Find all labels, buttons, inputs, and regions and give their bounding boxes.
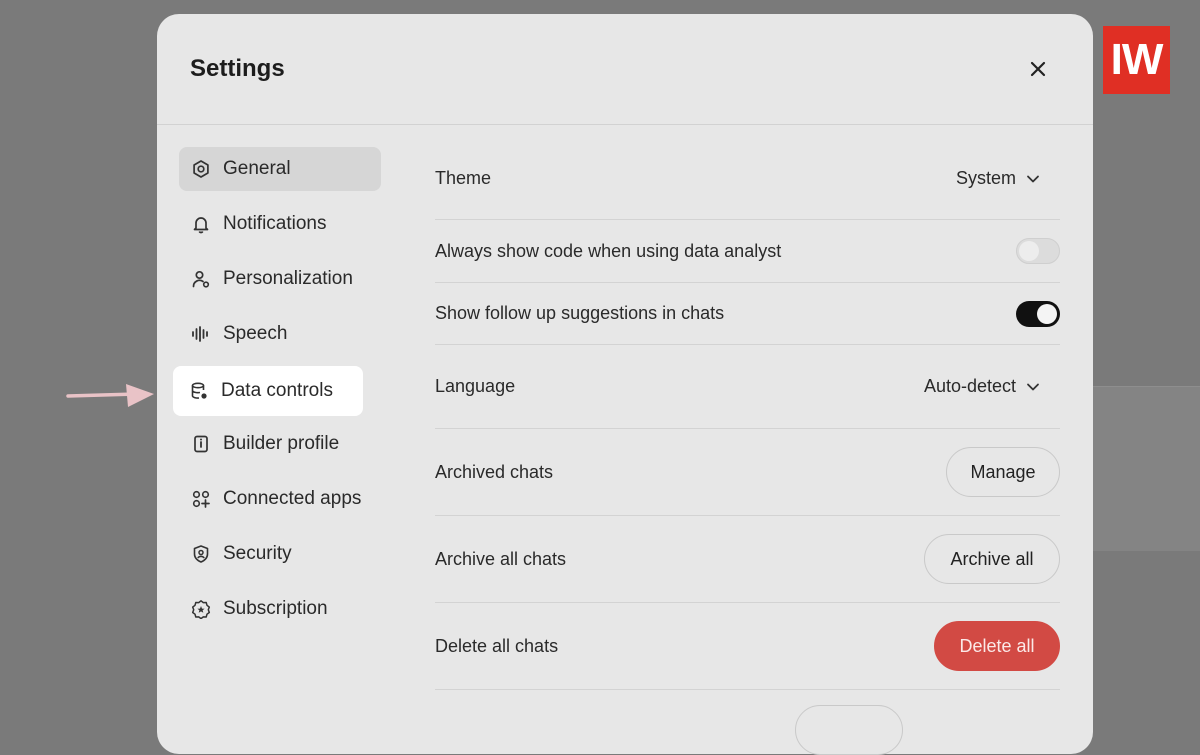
language-value: Auto-detect [923, 376, 1016, 396]
theme-row: Theme System [435, 138, 1060, 220]
toggle-knob [1019, 241, 1039, 261]
manage-button[interactable]: Manage [946, 447, 1060, 497]
language-label: Language [435, 376, 516, 396]
archive-all-label: Archive all chats [435, 548, 567, 569]
sidebar-item-builder-profile[interactable]: Builder profile [179, 422, 381, 466]
pointer-arrow-icon [66, 384, 154, 407]
chevron-down-icon [1026, 382, 1040, 392]
delete-all-button[interactable]: Delete all [934, 621, 1060, 671]
brand-logo: IW [1103, 26, 1170, 94]
sidebar-item-label: Connected apps [223, 488, 362, 509]
show-code-label: Always show code when using data analyst [435, 240, 782, 261]
show-code-row: Always show code when using data analyst [435, 220, 1060, 283]
archive-all-button[interactable]: Archive all [924, 534, 1060, 584]
theme-dropdown[interactable]: System [956, 168, 1060, 189]
bell-icon [191, 214, 211, 234]
language-dropdown[interactable]: Auto-detect [924, 376, 1060, 397]
sidebar-item-general[interactable]: General [179, 147, 381, 191]
show-code-toggle[interactable] [1016, 238, 1060, 264]
archived-chats-label: Archived chats [435, 461, 554, 482]
sidebar-item-speech[interactable]: Speech [179, 312, 381, 356]
sidebar-item-label: Subscription [223, 598, 328, 619]
sidebar-item-label: Personalization [223, 268, 353, 289]
theme-label: Theme [435, 168, 492, 188]
toggle-knob [1037, 303, 1057, 324]
shield-icon [191, 544, 211, 564]
partial-button[interactable] [795, 705, 903, 755]
archive-all-row: Archive all chats Archive all [435, 516, 1060, 603]
badge-icon [191, 599, 211, 619]
close-button[interactable] [1023, 54, 1053, 84]
background-panel [1092, 386, 1200, 551]
gear-icon [191, 159, 211, 179]
close-icon [1030, 61, 1046, 77]
highlight-label: Data controls [221, 380, 333, 401]
chevron-down-icon [1026, 174, 1040, 184]
theme-value: System [955, 168, 1016, 188]
delete-all-label: Delete all chats [435, 635, 559, 656]
follow-up-label: Show follow up suggestions in chats [435, 303, 725, 323]
sidebar-item-label: General [223, 158, 291, 179]
sidebar-item-label: Notifications [223, 213, 327, 234]
sidebar-item-connected-apps[interactable]: Connected apps [179, 477, 381, 521]
sidebar-item-label: Builder profile [223, 433, 340, 454]
sidebar-item-subscription[interactable]: Subscription [179, 587, 381, 631]
data-controls-highlight[interactable]: Data controls [173, 366, 363, 416]
apps-icon [191, 489, 211, 509]
database-icon [189, 381, 209, 401]
sidebar-item-personalization[interactable]: Personalization [179, 257, 381, 301]
modal-header: Settings [157, 14, 1093, 125]
follow-up-toggle[interactable] [1016, 300, 1060, 327]
follow-up-row: Show follow up suggestions in chats [435, 283, 1060, 345]
sidebar-item-label: Speech [223, 323, 288, 344]
sidebar-item-label: Security [223, 543, 292, 564]
sidebar-item-notifications[interactable]: Notifications [179, 202, 381, 246]
language-row: Language Auto-detect [435, 345, 1060, 429]
user-icon [191, 269, 211, 289]
archived-chats-row: Archived chats Manage [435, 429, 1060, 516]
delete-all-row: Delete all chats Delete all [435, 603, 1060, 690]
modal-title: Settings [190, 55, 285, 82]
id-card-icon [191, 434, 211, 454]
waveform-icon [191, 324, 211, 344]
settings-content: Theme System Always show code when using… [435, 138, 1060, 690]
sidebar-item-security[interactable]: Security [179, 532, 381, 576]
